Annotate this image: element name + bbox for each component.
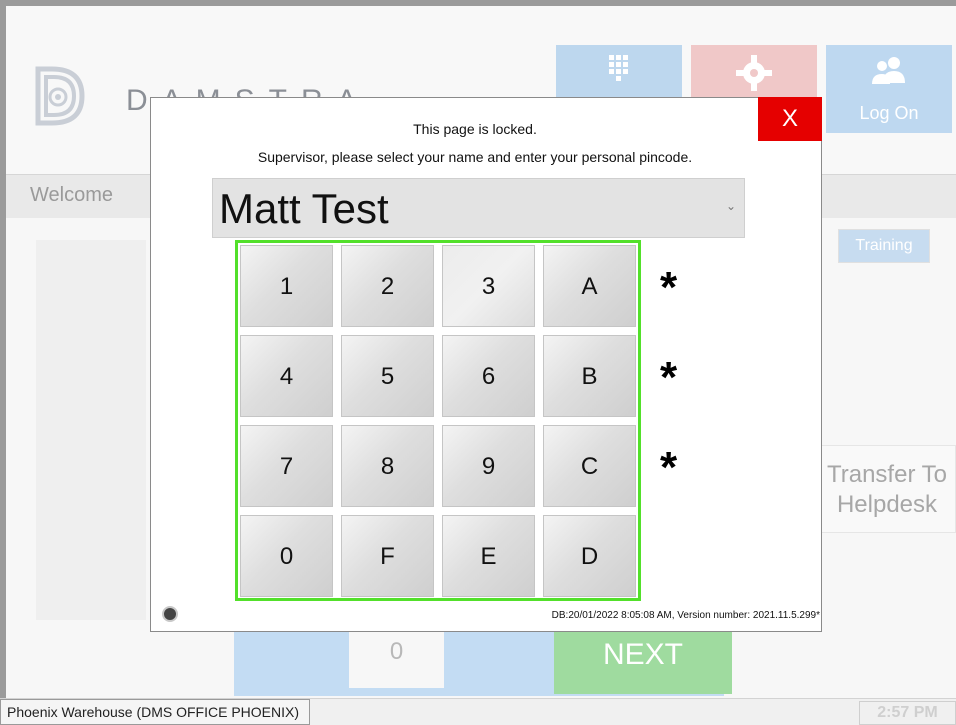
key-a[interactable]: A bbox=[543, 245, 636, 327]
key-9[interactable]: 9 bbox=[442, 425, 535, 507]
training-button[interactable]: Training bbox=[838, 229, 930, 263]
next-button[interactable]: NEXT bbox=[554, 632, 732, 694]
dialog-title: This page is locked. bbox=[413, 121, 537, 137]
chevron-down-icon: ⌄ bbox=[725, 199, 736, 213]
key-e[interactable]: E bbox=[442, 515, 535, 597]
key-c[interactable]: C bbox=[543, 425, 636, 507]
pin-mask-1: * bbox=[660, 263, 678, 312]
dialog-message: Supervisor, please select your name and … bbox=[257, 149, 693, 165]
key-b[interactable]: B bbox=[543, 335, 636, 417]
transfer-label: Transfer To Helpdesk bbox=[826, 461, 948, 518]
gear-icon bbox=[736, 55, 772, 91]
key-4[interactable]: 4 bbox=[240, 335, 333, 417]
welcome-label: Welcome bbox=[30, 184, 113, 206]
key-5[interactable]: 5 bbox=[341, 335, 434, 417]
supervisor-select[interactable]: Matt Test ⌄ bbox=[212, 178, 745, 238]
users-icon bbox=[872, 57, 905, 84]
location-status: Phoenix Warehouse (DMS OFFICE PHOENIX) bbox=[0, 699, 311, 725]
key-3[interactable]: 3 bbox=[442, 245, 535, 327]
settings-small-icon[interactable] bbox=[162, 606, 178, 622]
keypad-icon bbox=[609, 55, 628, 81]
key-6[interactable]: 6 bbox=[442, 335, 535, 417]
key-7[interactable]: 7 bbox=[240, 425, 333, 507]
key-0[interactable]: 0 bbox=[240, 515, 333, 597]
background-panel bbox=[36, 240, 146, 620]
logon-label: Log On bbox=[859, 103, 919, 123]
damstra-logo bbox=[35, 66, 85, 126]
logon-tile-button[interactable]: Log On bbox=[826, 45, 952, 133]
key-d[interactable]: D bbox=[543, 515, 636, 597]
key-f[interactable]: F bbox=[341, 515, 434, 597]
selected-supervisor: Matt Test bbox=[219, 185, 389, 232]
pin-keypad: 1 2 3 A 4 5 6 B 7 8 9 C 0 F E D bbox=[235, 240, 641, 601]
app-window: DAMSTRA Log On Welcome Training Transfer… bbox=[0, 0, 956, 725]
count-display: 0 bbox=[349, 632, 444, 688]
key-8[interactable]: 8 bbox=[341, 425, 434, 507]
version-info: DB:20/01/2022 8:05:08 AM, Version number… bbox=[551, 610, 820, 621]
key-2[interactable]: 2 bbox=[341, 245, 434, 327]
pin-mask-3: * bbox=[660, 443, 678, 492]
pin-mask-2: * bbox=[660, 353, 678, 402]
clock: 2:57 PM bbox=[859, 701, 956, 725]
key-1[interactable]: 1 bbox=[240, 245, 333, 327]
transfer-to-helpdesk-button[interactable]: Transfer To Helpdesk bbox=[818, 445, 956, 533]
